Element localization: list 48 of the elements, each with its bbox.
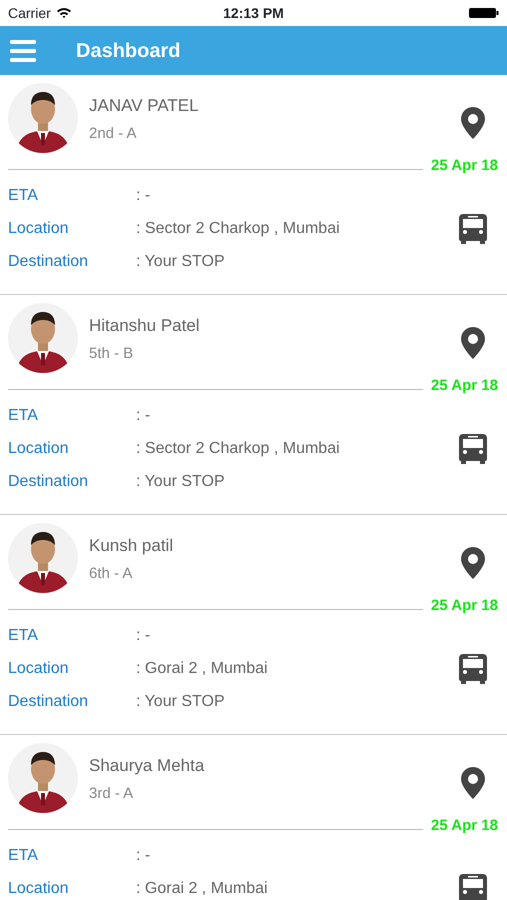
location-pin-icon[interactable] [460,107,486,139]
field-label: ETA [8,186,39,206]
field-label: Location [8,878,70,898]
date-label: 25 Apr 18 [430,816,499,836]
bus-icon[interactable] [458,212,488,244]
field-label: ETA [8,846,39,866]
field-label: ETA [8,406,39,426]
field-value: : Your STOP [136,252,225,272]
field-label: Destination [8,692,90,712]
carrier-name: Carrier [8,4,51,22]
bus-icon[interactable] [458,432,488,464]
date-label: 25 Apr 18 [430,156,499,176]
bus-icon[interactable] [458,872,488,900]
menu-button[interactable] [10,40,36,62]
field-label: Location [8,218,70,238]
field-value: : Sector 2 Charkop , Mumbai [136,438,340,458]
student-class: 3rd - A [89,784,134,804]
location-pin-icon[interactable] [460,327,486,359]
student-class: 5th - B [89,344,134,364]
field-value: : Your STOP [136,692,225,712]
date-label: 25 Apr 18 [430,376,499,396]
student-name: Kunsh patil [89,535,174,557]
student-name: JANAV PATEL [89,95,199,117]
field-value: : - [136,846,150,866]
page-title: Dashboard [76,38,180,62]
field-label: Location [8,658,70,678]
field-label: Destination [8,252,90,272]
field-value: : Gorai 2 , Mumbai [136,658,268,678]
status-time: 12:13 PM [223,4,284,22]
field-label: Location [8,438,70,458]
battery-icon [469,7,499,19]
wifi-icon [56,7,72,19]
field-label: Destination [8,472,90,492]
student-name: Hitanshu Patel [89,315,200,337]
student-name: Shaurya Mehta [89,755,204,777]
location-pin-icon[interactable] [460,547,486,579]
student-class: 2nd - A [89,124,138,144]
field-value: : - [136,406,150,426]
student-class: 6th - A [89,564,134,584]
field-value: : - [136,626,150,646]
location-pin-icon[interactable] [460,767,486,799]
field-value: : Your STOP [136,472,225,492]
field-value: : Gorai 2 , Mumbai [136,878,268,898]
bus-icon[interactable] [458,652,488,684]
field-value: : Sector 2 Charkop , Mumbai [136,218,340,238]
date-label: 25 Apr 18 [430,596,499,616]
field-label: ETA [8,626,39,646]
field-value: : - [136,186,150,206]
